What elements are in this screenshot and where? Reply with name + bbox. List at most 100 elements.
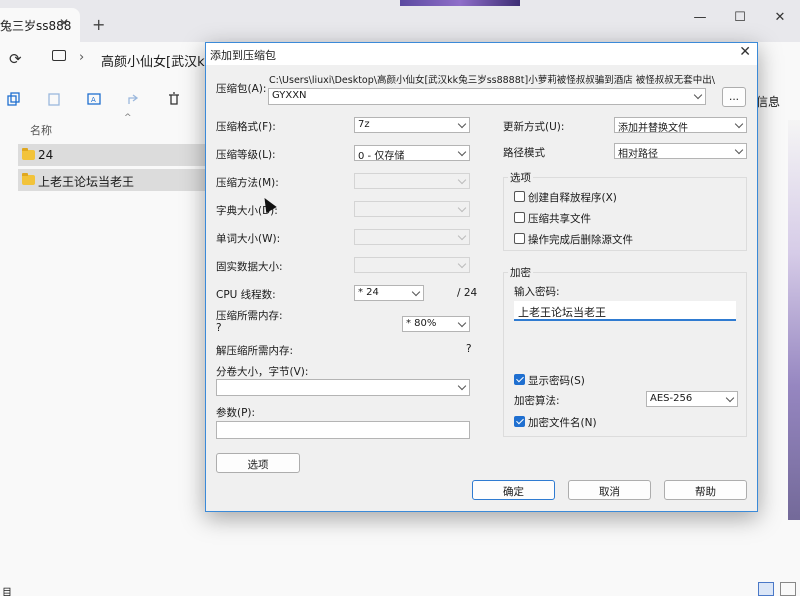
chevron-down-icon — [459, 205, 466, 212]
wallpaper-strip — [400, 0, 520, 6]
level-select[interactable]: 0 - 仅存储 — [354, 145, 470, 161]
dialog-titlebar: 添加到压缩包 ✕ — [206, 43, 757, 65]
wallpaper-edge — [788, 120, 800, 520]
compress-shared-checkbox[interactable] — [514, 212, 525, 223]
word-size-label: 单词大小(W): — [216, 233, 281, 245]
refresh-icon[interactable]: ⟳ — [9, 50, 22, 68]
cpu-threads-value: * 24 — [358, 287, 379, 298]
chevron-down-icon — [695, 92, 702, 99]
archive-path: C:\Users\liuxi\Desktop\高颜小仙女[武汉kk兔三岁ss88… — [269, 75, 715, 86]
level-value: 0 - 仅存储 — [358, 151, 405, 161]
details-pane-button[interactable]: 信息 — [756, 93, 780, 110]
parameters-label: 参数(P): — [216, 407, 256, 419]
chevron-down-icon — [459, 149, 466, 156]
format-label: 压缩格式(F): — [216, 121, 276, 133]
update-mode-value: 添加并替换文件 — [618, 123, 688, 133]
copy-icon[interactable] — [7, 92, 21, 106]
update-mode-label: 更新方式(U): — [503, 121, 565, 133]
chevron-down-icon — [459, 320, 466, 327]
update-mode-select[interactable]: 添加并替换文件 — [614, 117, 747, 133]
compress-shared-label[interactable]: 压缩共享文件 — [528, 211, 591, 226]
ok-button[interactable]: 确定 — [472, 480, 555, 500]
memory-usage-percent: * 80% — [406, 318, 437, 329]
folder-icon — [22, 148, 35, 160]
chevron-down-icon — [459, 383, 466, 390]
cancel-button[interactable]: 取消 — [568, 480, 651, 500]
details-view-button[interactable] — [758, 582, 774, 596]
encryption-method-select[interactable]: AES-256 — [646, 391, 738, 407]
sort-ascending-icon: ^ — [124, 113, 132, 123]
file-list-item[interactable]: 24 — [18, 144, 218, 166]
show-password-label[interactable]: 显示密码(S) — [528, 373, 585, 388]
cpu-threads-select[interactable]: * 24 — [354, 285, 424, 301]
word-size-select — [354, 229, 470, 245]
svg-text:A: A — [91, 96, 96, 104]
method-label: 压缩方法(M): — [216, 177, 279, 189]
decompress-memory-label: 解压缩所需内存: — [216, 345, 294, 357]
rename-icon[interactable]: A — [87, 92, 101, 106]
browse-button[interactable]: ... — [722, 87, 746, 107]
file-name: 上老王论坛当老王 — [38, 175, 135, 189]
create-sfx-label[interactable]: 创建自释放程序(X) — [528, 190, 617, 205]
chevron-down-icon — [459, 177, 466, 184]
path-mode-value: 相对路径 — [618, 149, 658, 159]
create-sfx-checkbox[interactable] — [514, 191, 525, 202]
solid-block-label: 固实数据大小: — [216, 261, 283, 273]
method-select — [354, 173, 470, 189]
maximize-icon[interactable]: ☐ — [720, 0, 760, 34]
delete-after-checkbox[interactable] — [514, 233, 525, 244]
show-password-checkbox[interactable] — [514, 374, 525, 385]
delete-icon[interactable] — [167, 92, 181, 106]
format-select[interactable]: 7z — [354, 117, 470, 133]
memory-usage-value: ? — [216, 322, 222, 334]
chevron-down-icon — [459, 121, 466, 128]
delete-after-label[interactable]: 操作完成后删除源文件 — [528, 232, 633, 247]
memory-usage-select[interactable]: * 80% — [402, 316, 470, 332]
chevron-down-icon — [736, 121, 743, 128]
chevron-down-icon — [413, 289, 420, 296]
chevron-down-icon — [459, 261, 466, 268]
tab-close-icon[interactable]: ✕ — [59, 16, 69, 30]
dictionary-select — [354, 201, 470, 217]
this-pc-icon[interactable] — [52, 50, 66, 61]
solid-block-select — [354, 257, 470, 273]
decompress-memory-value: ? — [466, 343, 472, 355]
level-label: 压缩等级(L): — [216, 149, 276, 161]
split-volume-combo[interactable] — [216, 379, 470, 396]
chevron-down-icon — [736, 147, 743, 154]
encrypt-filenames-checkbox[interactable] — [514, 416, 525, 427]
tiles-view-button[interactable] — [780, 582, 796, 596]
password-input[interactable]: 上老王论坛当老王 — [514, 301, 736, 321]
path-mode-label: 路径模式 — [503, 147, 545, 159]
parameters-input[interactable] — [216, 421, 470, 439]
path-mode-select[interactable]: 相对路径 — [614, 143, 747, 159]
split-volume-label: 分卷大小，字节(V): — [216, 366, 309, 378]
options-button[interactable]: 选项 — [216, 453, 300, 473]
dialog-close-icon[interactable]: ✕ — [739, 44, 751, 60]
new-tab-icon[interactable]: + — [92, 15, 105, 34]
file-list-item[interactable]: 上老王论坛当老王 — [18, 169, 218, 191]
archive-name-combo[interactable]: GYXXN — [268, 88, 706, 105]
breadcrumb-chevron-icon[interactable]: › — [79, 50, 84, 65]
share-icon[interactable] — [127, 92, 141, 106]
archive-label: 压缩包(A): — [216, 83, 267, 95]
dialog-title: 添加到压缩包 — [210, 49, 276, 62]
tab-bar: 兔三岁ss888 ✕ + — ☐ ✕ — [0, 0, 800, 42]
encryption-method-value: AES-256 — [650, 393, 693, 404]
window-controls: — ☐ ✕ — [680, 0, 800, 34]
format-value: 7z — [358, 119, 370, 130]
minimize-icon[interactable]: — — [680, 0, 720, 34]
status-bar-text: 目 — [2, 588, 12, 596]
paste-icon[interactable] — [47, 92, 61, 106]
folder-icon — [22, 173, 35, 185]
archive-name-value: GYXXN — [272, 90, 307, 101]
name-column-header[interactable]: 名称 — [30, 122, 52, 138]
encrypt-filenames-label[interactable]: 加密文件名(N) — [528, 415, 597, 430]
cpu-threads-total: / 24 — [457, 287, 478, 299]
add-to-archive-dialog: 添加到压缩包 ✕ 压缩包(A): C:\Users\liuxi\Desktop\… — [205, 42, 758, 512]
help-button[interactable]: 帮助 — [664, 480, 747, 500]
password-label: 输入密码: — [514, 286, 560, 298]
close-window-icon[interactable]: ✕ — [760, 0, 800, 34]
encryption-group-title: 加密 — [508, 265, 533, 280]
encryption-method-label: 加密算法: — [514, 395, 560, 407]
